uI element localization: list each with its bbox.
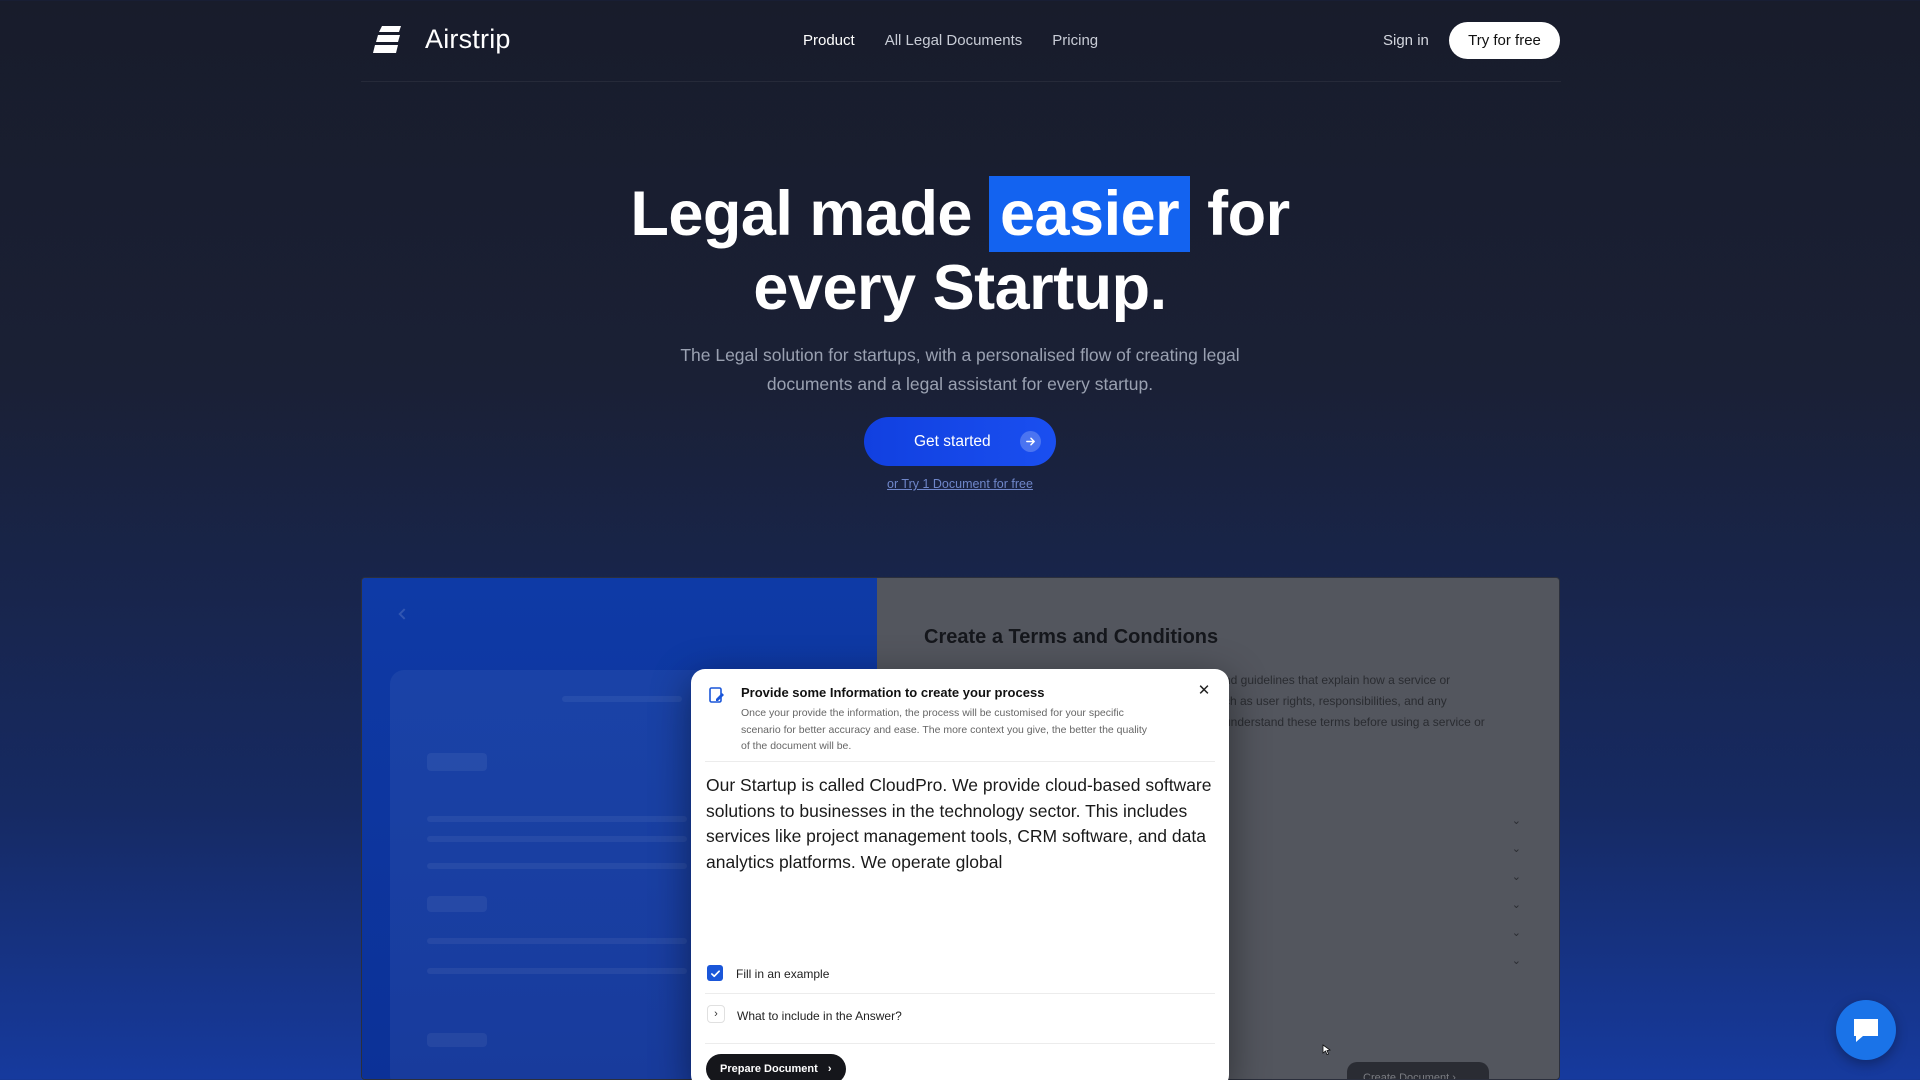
chevron-down-icon[interactable]: ⌄: [1512, 870, 1521, 883]
check-icon: [710, 969, 720, 977]
preview-placeholder-bar: [427, 1033, 487, 1047]
brand-logo[interactable]: Airstrip: [373, 24, 511, 55]
startup-info-textarea[interactable]: Our Startup is called CloudPro. We provi…: [706, 773, 1218, 875]
top-navbar: Airstrip Product All Legal Documents Pri…: [0, 0, 1920, 82]
preview-desc-line: nd guidelines that explain how a service…: [1224, 673, 1451, 687]
preview-placeholder-bar: [427, 753, 487, 771]
navbar-inner: Airstrip Product All Legal Documents Pri…: [361, 0, 1561, 82]
fill-example-checkbox[interactable]: [707, 965, 723, 981]
preview-placeholder-bar: [427, 938, 687, 944]
divider: [705, 993, 1215, 994]
prepare-document-label: Prepare Document: [720, 1063, 818, 1075]
mouse-cursor-icon: [1322, 1044, 1332, 1059]
chevron-down-icon[interactable]: ⌄: [1512, 842, 1521, 855]
divider: [705, 761, 1215, 762]
get-started-label: Get started: [914, 432, 991, 450]
hero-title-part2: for: [1207, 179, 1290, 249]
hero-title: Legal made easier for every Startup.: [0, 176, 1920, 324]
preview-placeholder-bar: [427, 896, 487, 912]
preview-placeholder-bar: [427, 816, 687, 822]
info-modal: Provide some Information to create your …: [691, 669, 1229, 1080]
arrow-right-icon: [1020, 431, 1041, 452]
fill-example-label: Fill in an example: [736, 967, 830, 981]
close-icon[interactable]: ✕: [1196, 683, 1212, 699]
preview-placeholder-bar: [427, 863, 687, 869]
hero-title-highlight: easier: [988, 176, 1191, 252]
nav-link-product[interactable]: Product: [803, 32, 855, 49]
sign-in-link[interactable]: Sign in: [1383, 32, 1429, 49]
try-one-document-link[interactable]: or Try 1 Document for free: [0, 477, 1920, 491]
hero-subtitle: The Legal solution for startups, with a …: [680, 345, 1240, 394]
nav-link-pricing[interactable]: Pricing: [1052, 32, 1098, 49]
preview-placeholder-bar: [427, 836, 687, 842]
chevron-down-icon[interactable]: ⌄: [1512, 898, 1521, 911]
chevron-right-icon[interactable]: ›: [707, 1005, 725, 1023]
hero-title-line2: every Startup.: [753, 253, 1167, 323]
hero-title-part1: Legal made: [630, 179, 972, 249]
preview-placeholder-bar: [427, 968, 687, 974]
document-edit-icon: [709, 687, 724, 703]
modal-description: Once your provide the information, the p…: [741, 707, 1148, 752]
modal-title: Provide some Information to create your …: [741, 685, 1045, 700]
preview-desc-line: ch as user rights, responsibilities, and…: [1224, 694, 1447, 708]
back-arrow-icon: [398, 608, 410, 620]
chevron-down-icon[interactable]: ⌄: [1512, 814, 1521, 827]
preview-placeholder-bar: [562, 696, 682, 702]
what-to-include-accordion[interactable]: What to include in the Answer?: [737, 1009, 902, 1023]
create-document-label: Create Document: [1363, 1072, 1450, 1080]
create-document-button[interactable]: Create Document ›: [1347, 1062, 1489, 1080]
try-for-free-button[interactable]: Try for free: [1449, 22, 1560, 59]
preview-left-card: [390, 670, 720, 1079]
preview-description: nd guidelines that explain how a service…: [1224, 670, 1544, 733]
chevron-right-icon: ›: [827, 1063, 832, 1075]
nav-links: Product All Legal Documents Pricing: [803, 32, 1098, 49]
nav-link-all-legal-documents[interactable]: All Legal Documents: [885, 32, 1023, 49]
airstrip-logo-icon: [373, 25, 401, 53]
preview-desc-line: understand these terms before using a se…: [1224, 715, 1485, 729]
chat-bubble-icon[interactable]: [1836, 1000, 1896, 1060]
preview-title: Create a Terms and Conditions: [924, 626, 1219, 648]
get-started-button[interactable]: Get started: [864, 417, 1056, 466]
prepare-document-button[interactable]: Prepare Document ›: [706, 1054, 846, 1080]
divider: [705, 1043, 1215, 1044]
chevron-down-icon[interactable]: ⌄: [1512, 954, 1521, 967]
brand-name: Airstrip: [425, 24, 511, 54]
chevron-down-icon[interactable]: ⌄: [1512, 926, 1521, 939]
